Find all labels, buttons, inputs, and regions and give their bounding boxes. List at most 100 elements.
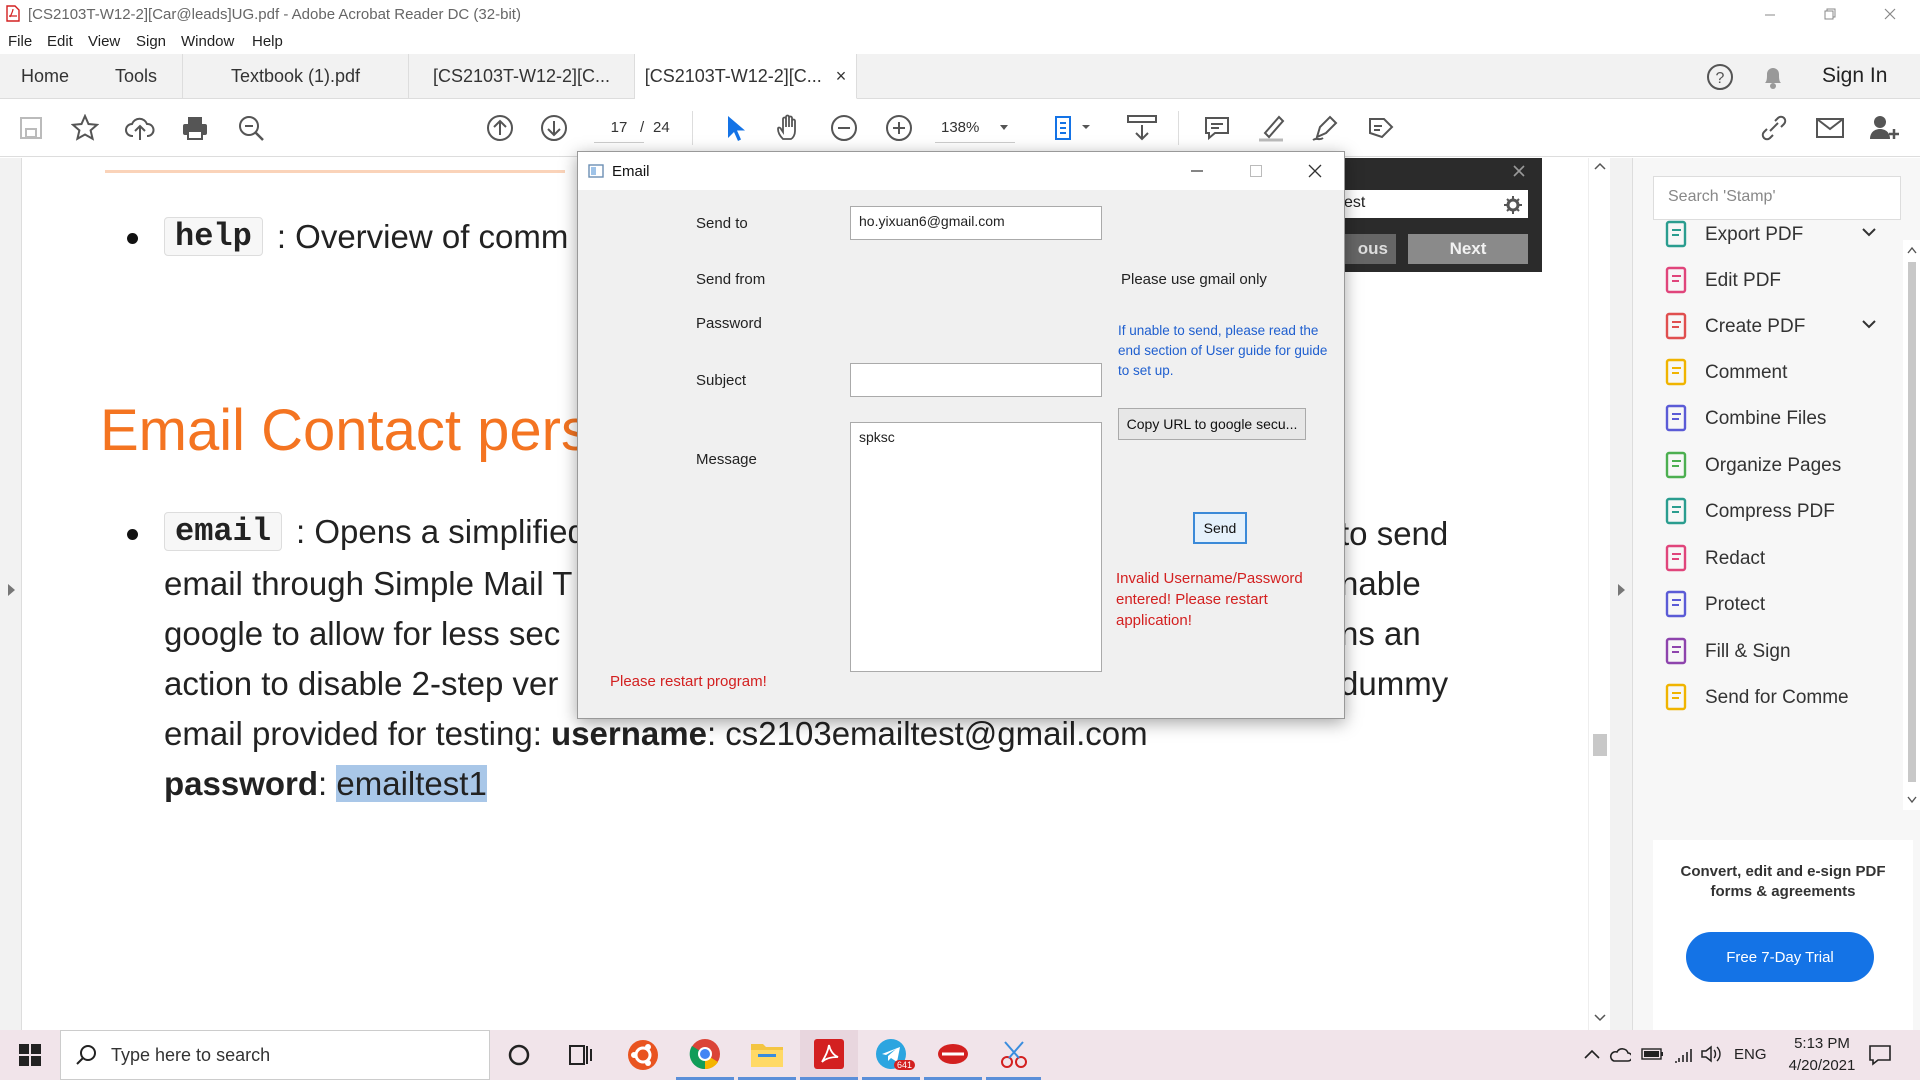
tools-scroll-up-icon[interactable] xyxy=(1907,246,1917,254)
chevron-down-icon[interactable] xyxy=(1861,319,1877,329)
find-close-icon[interactable] xyxy=(1512,164,1526,178)
close-window-button[interactable] xyxy=(1860,0,1920,28)
password-selected-text[interactable]: emailtest1 xyxy=(336,765,487,802)
message-textarea[interactable]: spksc xyxy=(850,422,1102,672)
help-command-line: help : Overview of comm xyxy=(164,217,568,256)
expand-left-pane-icon[interactable] xyxy=(6,583,16,597)
collapse-right-pane-icon[interactable] xyxy=(1616,583,1626,597)
tool-export-pdf[interactable]: Export PDF xyxy=(1663,215,1876,255)
tool-compress-pdf[interactable]: Compress PDF xyxy=(1663,492,1835,532)
subject-input[interactable] xyxy=(850,363,1102,397)
tool-redact[interactable]: Redact xyxy=(1663,539,1765,579)
page-down-icon[interactable] xyxy=(537,111,571,145)
notification-center-icon[interactable] xyxy=(1868,1044,1892,1066)
menu-sign[interactable]: Sign xyxy=(136,33,166,50)
highlight-pen-icon[interactable] xyxy=(1255,111,1289,145)
page-up-icon[interactable] xyxy=(483,111,517,145)
star-icon[interactable] xyxy=(68,111,102,145)
tool-protect[interactable]: Protect xyxy=(1663,585,1765,625)
upload-cloud-icon[interactable] xyxy=(123,111,157,145)
find-settings-gear-icon[interactable] xyxy=(1504,196,1522,214)
find-input[interactable]: est xyxy=(1340,190,1528,218)
menu-view[interactable]: View xyxy=(88,33,120,50)
dialog-minimize-icon[interactable] xyxy=(1190,166,1204,176)
scroll-down-icon[interactable] xyxy=(1594,1014,1606,1022)
zoom-out-icon[interactable] xyxy=(827,111,861,145)
tools-search-input[interactable]: Search 'Stamp' xyxy=(1653,176,1901,220)
tool-fill-sign[interactable]: Fill & Sign xyxy=(1663,632,1791,672)
clock-date[interactable]: 4/20/2021 xyxy=(1776,1057,1868,1074)
send-to-input[interactable]: ho.yixuan6@gmail.com xyxy=(850,206,1102,240)
page-number-input[interactable]: 17 xyxy=(594,113,644,143)
acrobat-app-icon[interactable] xyxy=(800,1030,858,1080)
task-view-icon[interactable] xyxy=(551,1030,609,1080)
scroll-mode-icon[interactable] xyxy=(1120,111,1164,145)
show-hidden-icons-icon[interactable] xyxy=(1583,1048,1601,1060)
telegram-app-icon[interactable]: 641 xyxy=(862,1030,920,1080)
send-button[interactable]: Send xyxy=(1193,512,1247,544)
tab-doc-textbook[interactable]: Textbook (1).pdf xyxy=(183,54,409,99)
input-language[interactable]: ENG xyxy=(1734,1046,1767,1063)
zoom-in-icon[interactable] xyxy=(882,111,916,145)
minimize-button[interactable] xyxy=(1740,0,1800,28)
hand-tool-icon[interactable] xyxy=(772,111,806,145)
tool-send-for-comme[interactable]: Send for Comme xyxy=(1663,678,1849,718)
fit-page-icon[interactable] xyxy=(1050,111,1094,145)
email-icon[interactable] xyxy=(1813,111,1847,145)
tab-doc-ug-active[interactable]: [CS2103T-W12-2][C... × xyxy=(635,54,857,99)
free-trial-button[interactable]: Free 7-Day Trial xyxy=(1686,932,1874,982)
cortana-icon[interactable] xyxy=(490,1030,548,1080)
fill-sign-icon[interactable] xyxy=(1364,111,1398,145)
find-previous-button[interactable]: ous xyxy=(1340,234,1396,264)
chevron-down-icon[interactable] xyxy=(1861,227,1877,237)
print-icon[interactable] xyxy=(178,111,212,145)
tool-organize-pages[interactable]: Organize Pages xyxy=(1663,446,1841,486)
select-cursor-icon[interactable] xyxy=(718,111,752,145)
tool-edit-pdf[interactable]: Edit PDF xyxy=(1663,261,1781,301)
file-explorer-icon[interactable] xyxy=(738,1030,796,1080)
start-button[interactable] xyxy=(0,1030,60,1080)
sign-pen-icon[interactable] xyxy=(1309,111,1343,145)
tools-scroll-down-icon[interactable] xyxy=(1907,796,1917,804)
scroll-thumb[interactable] xyxy=(1593,734,1607,756)
tools-scrollbar[interactable] xyxy=(1903,240,1920,810)
taskbar-search-box[interactable]: Type here to search xyxy=(60,1030,490,1080)
battery-icon[interactable] xyxy=(1641,1046,1665,1062)
clock-time[interactable]: 5:13 PM xyxy=(1786,1035,1858,1052)
chrome-app-icon[interactable] xyxy=(676,1030,734,1080)
share-link-icon[interactable] xyxy=(1758,111,1792,145)
tool-combine-files[interactable]: Combine Files xyxy=(1663,399,1826,439)
onedrive-cloud-icon[interactable] xyxy=(1609,1045,1631,1063)
dialog-close-icon[interactable] xyxy=(1307,163,1323,179)
ubuntu-app-icon[interactable] xyxy=(614,1030,672,1080)
add-user-icon[interactable] xyxy=(1868,111,1902,145)
menu-edit[interactable]: Edit xyxy=(47,33,73,50)
find-next-button[interactable]: Next xyxy=(1408,234,1528,264)
tab-tools[interactable]: Tools xyxy=(90,54,183,99)
tool-comment[interactable]: Comment xyxy=(1663,353,1787,393)
wifi-icon[interactable] xyxy=(1673,1044,1695,1064)
scroll-up-icon[interactable] xyxy=(1594,162,1606,170)
java-app-icon[interactable] xyxy=(924,1030,982,1080)
menu-file[interactable]: File xyxy=(8,33,32,50)
help-icon[interactable]: ? xyxy=(1706,63,1734,91)
tab-doc-ug-1[interactable]: [CS2103T-W12-2][C... xyxy=(409,54,635,99)
copy-url-button[interactable]: Copy URL to google secu... xyxy=(1118,408,1306,440)
menu-window[interactable]: Window xyxy=(181,33,234,50)
bell-icon[interactable] xyxy=(1760,63,1786,91)
tab-close-icon[interactable]: × xyxy=(836,66,847,87)
vertical-scrollbar[interactable] xyxy=(1588,158,1610,1030)
zoom-search-icon[interactable] xyxy=(234,111,268,145)
snipping-tool-icon[interactable] xyxy=(986,1030,1041,1080)
menu-help[interactable]: Help xyxy=(252,33,283,50)
comment-icon[interactable] xyxy=(1200,111,1234,145)
tab-home[interactable]: Home xyxy=(0,54,90,99)
tool-create-pdf[interactable]: Create PDF xyxy=(1663,307,1876,347)
restore-button[interactable] xyxy=(1800,0,1860,28)
volume-icon[interactable] xyxy=(1700,1044,1722,1064)
zoom-select[interactable]: 138% xyxy=(935,113,1015,143)
dialog-maximize-icon[interactable] xyxy=(1249,164,1263,178)
tools-scroll-thumb[interactable] xyxy=(1908,262,1916,782)
sign-in-link[interactable]: Sign In xyxy=(1822,64,1887,88)
save-icon[interactable] xyxy=(14,111,48,145)
